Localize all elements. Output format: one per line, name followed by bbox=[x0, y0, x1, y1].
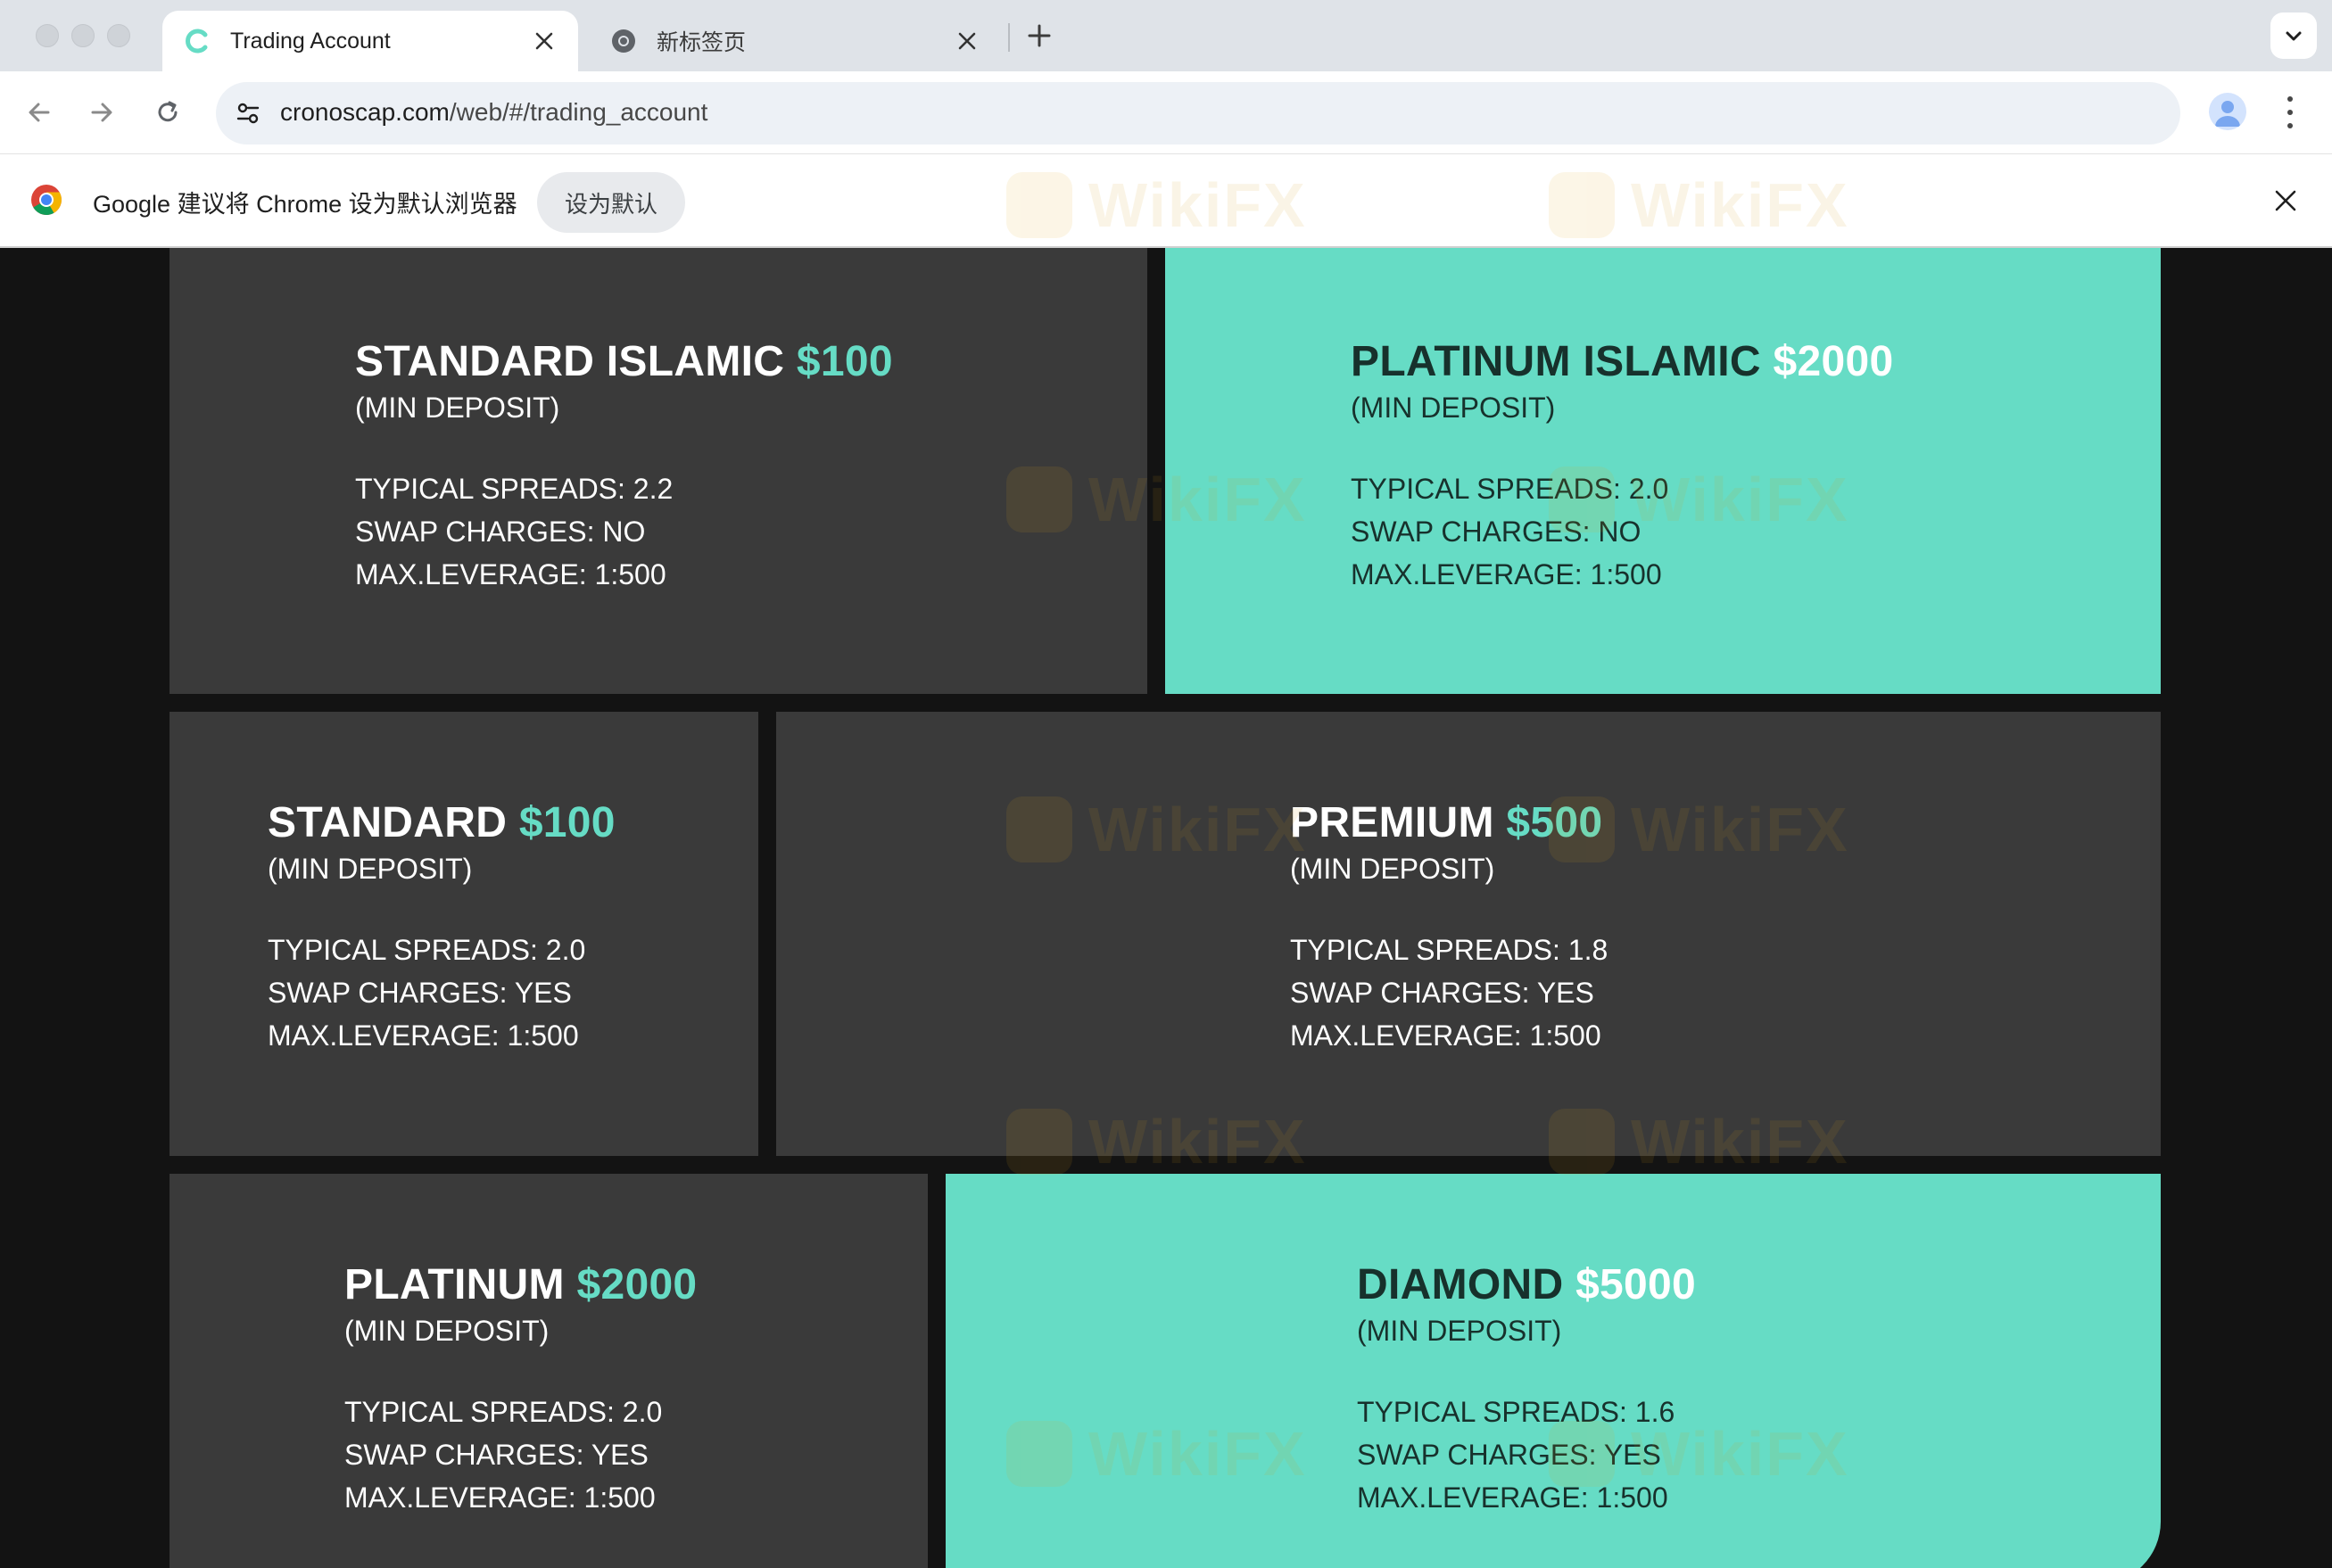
page-viewport: STANDARD ISLAMIC $100 (MIN DEPOSIT) TYPI… bbox=[0, 248, 2332, 1568]
account-name-line: DIAMOND $5000 bbox=[1357, 1260, 1696, 1309]
min-deposit-label: (MIN DEPOSIT) bbox=[344, 1315, 550, 1347]
swap-charges: SWAP CHARGES: YES bbox=[344, 1439, 649, 1471]
account-price: $100 bbox=[518, 799, 616, 846]
site-settings-icon[interactable] bbox=[230, 95, 266, 131]
address-bar[interactable]: cronoscap.com/web/#/trading_account bbox=[216, 82, 2180, 144]
forward-button[interactable] bbox=[82, 93, 121, 132]
typical-spreads: TYPICAL SPREADS: 2.2 bbox=[355, 473, 674, 505]
account-price: $500 bbox=[1506, 799, 1603, 846]
infobar-message: Google 建议将 Chrome 设为默认浏览器 bbox=[93, 191, 517, 218]
account-name: PLATINUM bbox=[344, 1261, 565, 1308]
new-tab-button[interactable] bbox=[1021, 18, 1057, 54]
arrow-right-icon bbox=[91, 103, 112, 122]
tab-close-icon[interactable] bbox=[530, 27, 558, 55]
window-close-button[interactable] bbox=[36, 24, 59, 47]
reload-button[interactable] bbox=[148, 93, 187, 132]
arrow-left-icon bbox=[29, 103, 50, 122]
account-name: PLATINUM ISLAMIC bbox=[1351, 338, 1761, 385]
profile-avatar-icon[interactable] bbox=[2209, 93, 2246, 130]
max-leverage: MAX.LEVERAGE: 1:500 bbox=[344, 1481, 656, 1514]
account-card-standard-islamic[interactable]: STANDARD ISLAMIC $100 (MIN DEPOSIT) TYPI… bbox=[170, 248, 1147, 694]
account-card-platinum-islamic[interactable]: PLATINUM ISLAMIC $2000 (MIN DEPOSIT) TYP… bbox=[1165, 248, 2161, 694]
chrome-logo-icon bbox=[30, 184, 62, 216]
typical-spreads: TYPICAL SPREADS: 1.6 bbox=[1357, 1396, 1675, 1428]
max-leverage: MAX.LEVERAGE: 1:500 bbox=[1351, 558, 1662, 590]
account-name: STANDARD bbox=[268, 799, 508, 846]
infobar-close-icon[interactable] bbox=[2270, 185, 2302, 217]
tab-search-button[interactable] bbox=[2270, 12, 2317, 59]
max-leverage: MAX.LEVERAGE: 1:500 bbox=[355, 558, 666, 590]
account-name-line: PLATINUM ISLAMIC $2000 bbox=[1351, 337, 1894, 386]
account-name: STANDARD ISLAMIC bbox=[355, 338, 785, 385]
tab-trading-account[interactable]: Trading Account bbox=[162, 11, 578, 71]
account-card-premium[interactable]: PREMIUM $500 (MIN DEPOSIT) TYPICAL SPREA… bbox=[776, 712, 2161, 1156]
swap-charges: SWAP CHARGES: YES bbox=[1290, 977, 1594, 1009]
account-name-line: STANDARD $100 bbox=[268, 798, 616, 847]
account-card-platinum[interactable]: PLATINUM $2000 (MIN DEPOSIT) TYPICAL SPR… bbox=[170, 1174, 928, 1568]
account-name-line: STANDARD ISLAMIC $100 bbox=[355, 337, 893, 386]
set-default-button[interactable]: 设为默认 bbox=[537, 172, 685, 233]
typical-spreads: TYPICAL SPREADS: 2.0 bbox=[268, 934, 586, 966]
max-leverage: MAX.LEVERAGE: 1:500 bbox=[1290, 1019, 1601, 1052]
window-zoom-button[interactable] bbox=[107, 24, 130, 47]
url-text[interactable]: cronoscap.com/web/#/trading_account bbox=[280, 98, 707, 127]
account-price: $2000 bbox=[576, 1261, 698, 1308]
chevron-down-icon bbox=[2286, 31, 2302, 41]
tab-title: Trading Account bbox=[230, 28, 391, 54]
min-deposit-label: (MIN DEPOSIT) bbox=[1351, 392, 1556, 424]
tab-new-tab[interactable]: 新标签页 bbox=[589, 11, 1001, 71]
account-name-line: PREMIUM $500 bbox=[1290, 798, 1608, 847]
plus-icon bbox=[1028, 24, 1051, 47]
url-host: cronoscap.com bbox=[280, 98, 450, 126]
max-leverage: MAX.LEVERAGE: 1:500 bbox=[1357, 1481, 1668, 1514]
swap-charges: SWAP CHARGES: NO bbox=[355, 516, 646, 548]
swap-charges: SWAP CHARGES: YES bbox=[268, 977, 572, 1009]
account-name: DIAMOND bbox=[1357, 1261, 1564, 1308]
url-path: /web/#/trading_account bbox=[449, 98, 708, 126]
min-deposit-label: (MIN DEPOSIT) bbox=[355, 392, 560, 424]
default-browser-infobar: Google 建议将 Chrome 设为默认浏览器 设为默认 bbox=[0, 153, 2332, 248]
account-card-diamond[interactable]: DIAMOND $5000 (MIN DEPOSIT) TYPICAL SPRE… bbox=[946, 1174, 2161, 1568]
window-minimize-button[interactable] bbox=[71, 24, 95, 47]
account-name-line: PLATINUM $2000 bbox=[344, 1260, 697, 1309]
tab-title: 新标签页 bbox=[657, 30, 747, 55]
typical-spreads: TYPICAL SPREADS: 2.0 bbox=[1351, 473, 1669, 505]
typical-spreads: TYPICAL SPREADS: 2.0 bbox=[344, 1396, 663, 1428]
tab-separator bbox=[1008, 23, 1010, 52]
account-name: PREMIUM bbox=[1290, 799, 1494, 846]
more-menu-icon[interactable] bbox=[2275, 96, 2305, 128]
tab-close-icon[interactable] bbox=[953, 27, 981, 55]
chrome-icon bbox=[608, 26, 639, 56]
account-card-standard[interactable]: STANDARD $100 (MIN DEPOSIT) TYPICAL SPRE… bbox=[170, 712, 758, 1156]
min-deposit-label: (MIN DEPOSIT) bbox=[268, 853, 473, 885]
min-deposit-label: (MIN DEPOSIT) bbox=[1357, 1315, 1562, 1347]
browser-toolbar: cronoscap.com/web/#/trading_account bbox=[0, 71, 2332, 153]
max-leverage: MAX.LEVERAGE: 1:500 bbox=[268, 1019, 579, 1052]
account-price: $100 bbox=[796, 338, 893, 385]
typical-spreads: TYPICAL SPREADS: 1.8 bbox=[1290, 934, 1608, 966]
tab-strip: Trading Account 新标签页 bbox=[0, 0, 2332, 71]
swap-charges: SWAP CHARGES: YES bbox=[1357, 1439, 1661, 1471]
swap-charges: SWAP CHARGES: NO bbox=[1351, 516, 1641, 548]
reload-icon bbox=[158, 101, 178, 122]
cronos-c-icon bbox=[182, 26, 212, 56]
min-deposit-label: (MIN DEPOSIT) bbox=[1290, 853, 1495, 885]
account-price: $5000 bbox=[1575, 1261, 1697, 1308]
account-price: $2000 bbox=[1773, 338, 1894, 385]
back-button[interactable] bbox=[20, 93, 59, 132]
